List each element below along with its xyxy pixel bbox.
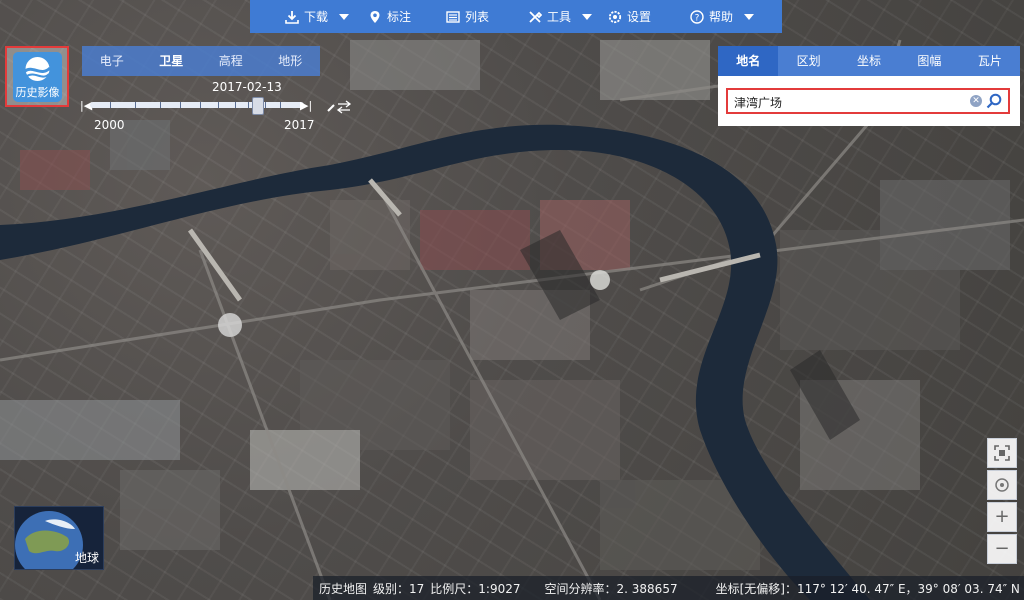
help-icon: ? bbox=[690, 9, 704, 24]
list-label: 列表 bbox=[465, 10, 490, 24]
layer-tab-elevation[interactable]: 高程 bbox=[201, 46, 261, 76]
search-tab-place-name[interactable]: 地名 bbox=[718, 46, 779, 76]
search-icon[interactable] bbox=[986, 93, 1002, 109]
search-tabs: 地名 区划 坐标 图幅 瓦片 bbox=[718, 46, 1020, 76]
status-resolution: 空间分辨率：2. 388657 bbox=[544, 581, 678, 596]
chevron-down-icon bbox=[582, 13, 593, 20]
time-track[interactable] bbox=[90, 102, 304, 108]
time-tick bbox=[280, 102, 281, 108]
globe-view-button[interactable]: 地球 bbox=[14, 506, 104, 570]
chevron-down-icon bbox=[744, 13, 755, 20]
zoom-out-button[interactable]: − bbox=[987, 534, 1017, 564]
time-tick bbox=[110, 102, 111, 108]
fullscreen-button[interactable] bbox=[987, 438, 1017, 468]
building-block bbox=[250, 430, 360, 490]
time-end-year: 2017 bbox=[284, 118, 315, 132]
time-tick bbox=[235, 102, 236, 108]
status-bar: 历史地图 级别：17 比例尺：1:9027 空间分辨率：2. 388657 坐标… bbox=[313, 576, 1024, 600]
history-image-highlight: 历史影像 bbox=[5, 46, 69, 107]
tools-button[interactable]: 工具 bbox=[528, 8, 593, 25]
fullscreen-icon bbox=[994, 445, 1010, 461]
mark-button[interactable]: 标注 bbox=[368, 8, 411, 25]
time-slider-handle[interactable] bbox=[252, 97, 264, 115]
help-button[interactable]: ? 帮助 bbox=[690, 8, 755, 25]
status-map-name: 历史地图 bbox=[319, 581, 368, 596]
time-start-year: 2000 bbox=[94, 118, 125, 132]
search-tab-district[interactable]: 区划 bbox=[778, 46, 838, 76]
time-tick bbox=[200, 102, 201, 108]
layer-tab-terrain[interactable]: 地形 bbox=[261, 46, 321, 76]
building-block bbox=[20, 150, 90, 190]
search-tab-coordinates[interactable]: 坐标 bbox=[839, 46, 899, 76]
top-toolbar: 下载 标注 列表 工具 设置 ? 帮助 bbox=[250, 0, 782, 33]
settings-button[interactable]: 设置 bbox=[608, 8, 651, 25]
clear-search-icon[interactable]: ✕ bbox=[970, 95, 982, 107]
download-icon bbox=[285, 10, 299, 24]
search-input[interactable] bbox=[732, 90, 966, 114]
time-tick bbox=[265, 102, 266, 108]
search-panel: 地名 区划 坐标 图幅 瓦片 ✕ bbox=[718, 46, 1020, 126]
chevron-down-icon bbox=[339, 13, 350, 20]
settings-label: 设置 bbox=[627, 10, 652, 24]
layer-switcher: 电子 卫星 高程 地形 bbox=[82, 46, 320, 76]
time-tick bbox=[248, 102, 249, 108]
layer-tab-satellite[interactable]: 卫星 bbox=[142, 46, 202, 76]
building-block bbox=[0, 400, 180, 460]
time-slider: 2017-02-13 |◀ ▶| 2000 2017 bbox=[80, 80, 352, 132]
download-button[interactable]: 下载 bbox=[285, 8, 350, 25]
building-block bbox=[470, 380, 620, 480]
svg-text:?: ? bbox=[695, 13, 700, 23]
status-level: 级别：17 bbox=[373, 581, 425, 596]
zoom-out-icon: − bbox=[994, 538, 1010, 559]
settings-icon bbox=[608, 10, 622, 23]
time-current-date: 2017-02-13 bbox=[212, 80, 282, 94]
time-tick bbox=[218, 102, 219, 108]
search-tab-tile[interactable]: 瓦片 bbox=[960, 46, 1020, 76]
building-block bbox=[120, 470, 220, 550]
history-image-label: 历史影像 bbox=[15, 86, 60, 99]
download-label: 下载 bbox=[304, 10, 329, 24]
search-tab-map-sheet[interactable]: 图幅 bbox=[899, 46, 959, 76]
history-image-icon bbox=[24, 57, 52, 81]
time-tick bbox=[180, 102, 181, 108]
list-icon bbox=[446, 10, 460, 23]
history-image-button[interactable]: 历史影像 bbox=[13, 52, 62, 102]
help-label: 帮助 bbox=[709, 10, 734, 24]
time-next-button[interactable]: ▶| bbox=[300, 99, 312, 112]
list-button[interactable]: 列表 bbox=[446, 8, 489, 25]
marker-icon bbox=[370, 10, 380, 23]
time-tick bbox=[135, 102, 136, 108]
locate-icon bbox=[995, 478, 1009, 492]
zoom-in-button[interactable]: + bbox=[987, 502, 1017, 532]
locate-button[interactable] bbox=[987, 470, 1017, 500]
search-box: ✕ bbox=[726, 88, 1010, 114]
layer-tab-electronic[interactable]: 电子 bbox=[82, 46, 142, 76]
building-block bbox=[350, 40, 480, 90]
zoom-in-icon: + bbox=[994, 506, 1010, 527]
time-tick bbox=[160, 102, 161, 108]
tools-label: 工具 bbox=[547, 10, 572, 24]
landmark bbox=[590, 270, 610, 290]
globe-label: 地球 bbox=[74, 551, 99, 565]
mark-label: 标注 bbox=[387, 10, 412, 24]
status-coordinates: 坐标[无偏移]：117° 12′ 40. 47″ E，39° 08′ 03. 7… bbox=[715, 581, 1020, 596]
landmark bbox=[218, 313, 242, 337]
map-controls: + − bbox=[987, 438, 1017, 564]
status-scale: 比例尺：1:9027 bbox=[430, 581, 521, 596]
swap-compare-icon[interactable] bbox=[326, 100, 352, 114]
tools-icon bbox=[529, 10, 542, 23]
building-block bbox=[420, 210, 530, 270]
